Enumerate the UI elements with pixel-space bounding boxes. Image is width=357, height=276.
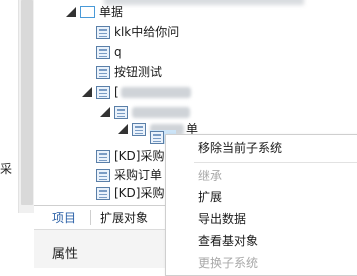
left-panel-text: 采	[0, 162, 13, 176]
tree-item-label: q	[114, 45, 122, 59]
table-icon	[96, 186, 110, 200]
table-icon	[96, 25, 110, 39]
tree-item[interactable]: q	[96, 42, 122, 62]
tree-item-label: [KD]采购	[114, 149, 165, 163]
tab-project[interactable]: 项目	[52, 209, 76, 227]
expanded-arrow-icon[interactable]	[66, 7, 76, 17]
redacted-text	[132, 106, 190, 118]
tree-item[interactable]: 按钮测试	[96, 62, 162, 82]
tree-item-label: klk中给你问	[114, 25, 180, 39]
tree-item[interactable]: [	[82, 82, 191, 102]
table-icon	[132, 122, 146, 136]
tree-item[interactable]: klk中给你问	[96, 22, 179, 42]
tree-row-clipped	[104, 0, 304, 5]
table-icon	[96, 65, 110, 79]
left-panel: 采	[0, 0, 18, 267]
tree-item[interactable]: 采购订单	[96, 165, 162, 185]
tree-item-label: [	[114, 85, 119, 99]
properties-title: 属性	[52, 247, 79, 262]
expanded-arrow-icon[interactable]	[118, 124, 128, 134]
tree-item-label: [KD]采购	[114, 186, 165, 200]
expanded-arrow-icon[interactable]	[100, 107, 110, 117]
expanded-arrow-icon[interactable]	[82, 87, 92, 97]
tree-item[interactable]: [KD]采购	[96, 183, 164, 203]
tree-item-label: 采购订单	[114, 168, 163, 182]
tree-item-label: 单据	[99, 5, 124, 19]
menu-item-export-data[interactable]: 导出数据	[198, 209, 246, 229]
menu-item-extend[interactable]: 扩展	[198, 187, 222, 207]
menu-item-remove-subsystem[interactable]: 移除当前子系统	[198, 138, 282, 158]
menu-item-view-base-object[interactable]: 查看基对象	[198, 231, 258, 251]
tab-extend-objects[interactable]: 扩展对象	[100, 209, 148, 227]
tree-item[interactable]: [KD]采购	[96, 146, 164, 166]
tree-scrollbar[interactable]	[18, 0, 35, 213]
context-menu: 移除当前子系统 继承 扩展 导出数据 查看基对象 更换子系统	[165, 134, 357, 276]
redacted-text	[120, 86, 191, 98]
table-icon	[96, 85, 110, 99]
menu-item-change-subsystem: 更换子系统	[198, 256, 259, 270]
table-icon	[150, 130, 164, 144]
menu-item-inherit: 继承	[198, 169, 223, 183]
menu-separator	[194, 162, 357, 163]
tree-item-documents[interactable]: 单据	[66, 2, 123, 22]
table-icon	[96, 45, 110, 59]
folder-icon	[80, 6, 95, 18]
table-icon	[96, 149, 110, 163]
tab-divider	[90, 210, 91, 225]
scrollbar-thumb[interactable]	[21, 0, 33, 205]
table-icon	[114, 105, 128, 119]
table-icon	[96, 168, 110, 182]
tree-item-label: 按钮测试	[114, 65, 163, 79]
